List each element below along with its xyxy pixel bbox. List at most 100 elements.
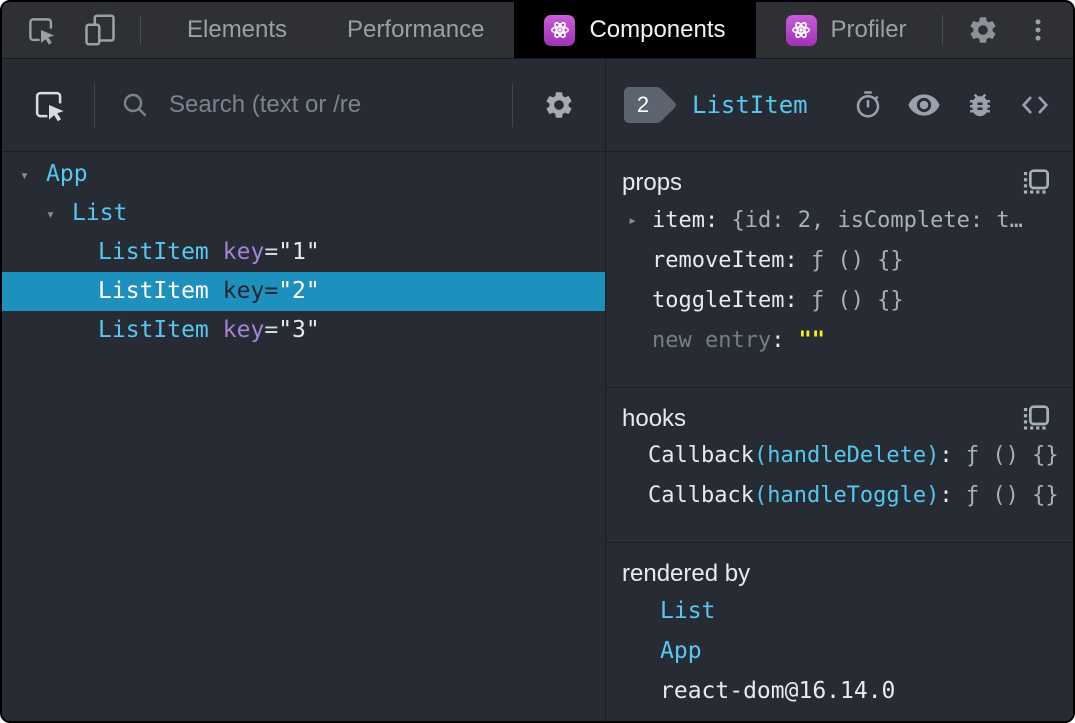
rendered-by-list-item[interactable]: App [606,631,1073,671]
component-details-panel: 2 ListItem props ▸ item: {id: 2, isCompl… [605,59,1073,721]
hook-type: Callback [648,483,754,508]
log-to-console-bug-icon[interactable] [965,90,995,120]
equals-sign: = [264,239,279,265]
hook-value: ƒ () {} [965,483,1059,508]
prop-row-toggleitem[interactable]: toggleItem: ƒ () {} [606,281,1073,321]
tab-components[interactable]: Components [514,2,756,58]
key-attr-value: "2" [278,278,320,304]
component-name: ListItem [98,317,209,343]
prop-name: toggleItem [652,288,785,313]
toolbar-divider [140,15,141,45]
separator: : [784,288,811,313]
search-icon [119,89,151,121]
prop-row-item[interactable]: ▸ item: {id: 2, isComplete: t… [606,200,1073,241]
key-badge: 2 [624,86,678,124]
react-logo-icon [544,14,576,46]
copy-props-icon[interactable] [1021,168,1053,200]
devtools-tab-bar: Elements Performance Components Profiler [2,2,1073,59]
props-section: props ▸ item: {id: 2, isComplete: t… remo… [606,152,1073,388]
tree-row-list[interactable]: ▾ List [2,194,605,233]
separator: : [939,483,966,508]
owner-link-list[interactable]: List [660,598,715,624]
rendered-by-list-item[interactable]: List [606,591,1073,631]
search-input[interactable] [167,90,467,120]
tab-label: Profiler [830,16,907,43]
details-actions [853,88,1051,122]
hook-value: ƒ () {} [965,443,1059,468]
rendered-by-list-item: react-dom@16.14.0 [606,671,1073,711]
hook-row-handletoggle[interactable]: Callback(handleToggle): ƒ () {} [606,476,1073,516]
key-attr-name: key [222,278,265,304]
hook-row-handledelete[interactable]: Callback(handleDelete): ƒ () {} [606,436,1073,476]
key-attr-name: key [222,317,265,343]
prop-name: removeItem [652,248,785,273]
tab-elements[interactable]: Elements [157,2,317,58]
suspend-timer-icon[interactable] [853,90,883,120]
separator: : [939,443,966,468]
key-attr-value: "1" [278,239,320,265]
separator: : [704,208,732,233]
inspect-dom-eye-icon[interactable] [907,88,941,122]
panels-container: ▾App ▾List ListItemkey="1" ListItemkey="… [2,59,1073,721]
tree-row-listitem-2-selected[interactable]: ListItem key="2" [2,272,605,311]
new-entry-placeholder[interactable]: new entry [652,328,771,353]
separator: : [771,328,785,353]
rendered-by-section: rendered by List App react-dom@16.14.0 [606,543,1073,711]
toolbar-divider [94,83,95,127]
toolbar-divider [942,15,943,45]
prop-row-new-entry[interactable]: new entry: "" [606,321,1073,361]
tab-label: Elements [187,16,288,43]
hook-name: (handleToggle) [753,483,940,508]
component-name: ListItem [98,278,209,304]
hooks-section: hooks Callback(handleDelete): ƒ () {} Ca… [606,388,1073,543]
toolbar-divider [512,83,513,127]
equals-sign: = [264,317,279,343]
hooks-section-title: hooks [622,405,687,432]
react-logo-icon [785,14,817,46]
tree-row-app[interactable]: ▾ App [2,155,605,194]
rendered-by-title: rendered by [622,560,751,587]
key-attr-name: key [222,239,265,265]
tree-toolbar [2,59,605,152]
tab-performance[interactable]: Performance [317,2,514,58]
prop-name: item [652,208,705,233]
copy-hooks-icon[interactable] [1021,404,1053,436]
tree-row-listitem-3[interactable]: ListItem key="3" [2,311,605,350]
expand-arrow[interactable]: ▸ [628,200,652,240]
owner-link-app[interactable]: App [660,638,702,664]
equals-sign: = [264,278,279,304]
tree-settings-gear-icon[interactable] [543,89,575,121]
component-name: ListItem [98,239,209,265]
hook-type: Callback [648,443,754,468]
view-source-code-icon[interactable] [1019,89,1051,121]
component-name: List [72,200,128,226]
new-entry-value-input[interactable]: "" [798,328,825,353]
expand-arrow[interactable]: ▾ [20,156,46,195]
details-header: 2 ListItem [606,59,1073,152]
hook-name: (handleDelete) [753,443,940,468]
prop-value: ƒ () {} [810,248,904,273]
tree-row-listitem-1[interactable]: ListItem key="1" [2,233,605,272]
devtools-window: Elements Performance Components Profiler… [0,0,1075,723]
more-options-kebab-icon[interactable] [1023,15,1053,45]
inspect-element-icon[interactable] [24,13,58,47]
tab-label: Components [589,16,726,43]
select-element-picker-icon[interactable] [30,86,68,124]
key-attr-value: "3" [278,317,320,343]
renderer-version: react-dom@16.14.0 [660,678,896,704]
settings-gear-icon[interactable] [967,14,999,46]
key-badge-value: 2 [624,87,662,123]
component-tree: ▾ App ▾ List ListItem key="1" ListItem key="… [2,152,605,350]
expand-arrow[interactable]: ▾ [46,195,72,234]
props-section-title: props [622,169,683,196]
components-tree-panel: ▾App ▾List ListItemkey="1" ListItemkey="… [2,59,605,721]
separator: : [784,248,811,273]
prop-value: {id: 2, isComplete: t… [731,208,1023,233]
component-name: App [46,161,88,187]
selected-component-title: ListItem [692,91,808,119]
device-toolbar-icon[interactable] [82,12,118,48]
prop-row-removeitem[interactable]: removeItem: ƒ () {} [606,241,1073,281]
tab-profiler[interactable]: Profiler [756,2,937,58]
prop-value: ƒ () {} [810,288,904,313]
tab-label: Performance [347,16,485,43]
